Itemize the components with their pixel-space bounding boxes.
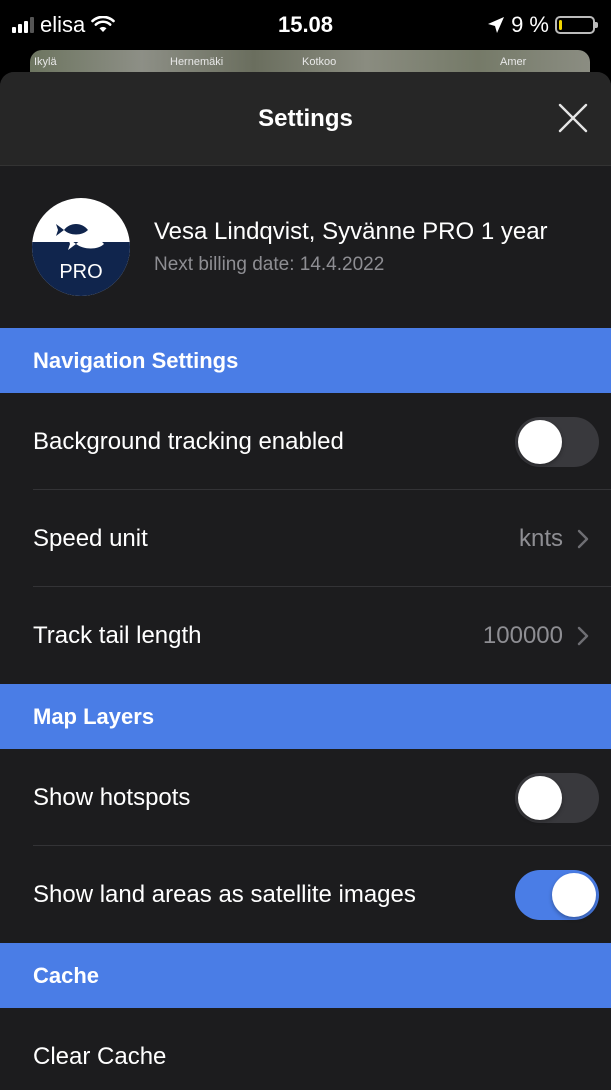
track-tail-row[interactable]: Track tail length 100000 [0, 587, 611, 684]
section-header-cache: Cache [0, 943, 611, 1008]
speed-unit-row[interactable]: Speed unit knts [0, 490, 611, 587]
row-label: Show land areas as satellite images [33, 880, 416, 908]
profile-text: Vesa Lindqvist, Syvänne PRO 1 year Next … [154, 218, 548, 276]
status-left: elisa [12, 12, 116, 38]
show-land-satellite-row: Show land areas as satellite images [0, 846, 611, 943]
show-land-satellite-toggle[interactable] [515, 869, 599, 920]
close-icon[interactable] [555, 100, 591, 136]
background-tracking-toggle[interactable] [515, 416, 599, 467]
profile-name: Vesa Lindqvist, Syvänne PRO 1 year [154, 218, 548, 245]
billing-date: Next billing date: 14.4.2022 [154, 254, 385, 275]
background-tracking-row: Background tracking enabled [0, 393, 611, 490]
row-value-group: knts [519, 525, 599, 553]
status-right: 9 % [487, 12, 598, 38]
show-hotspots-toggle[interactable] [515, 772, 599, 823]
location-arrow-icon [488, 17, 505, 33]
toggle-knob [518, 419, 562, 464]
clear-cache-row[interactable]: Clear Cache [0, 1008, 611, 1090]
row-label: Background tracking enabled [33, 427, 344, 455]
section-header-navigation: Navigation Settings [0, 328, 611, 393]
show-hotspots-row: Show hotspots [0, 749, 611, 846]
map-label: Hernemäki [170, 56, 224, 68]
row-value-group: 100000 [483, 622, 599, 650]
settings-sheet: Settings PRO Vesa Lindqvist, Syvänne PRO… [0, 72, 611, 1090]
row-label: Speed unit [33, 524, 148, 552]
map-label: Kotkoo [302, 56, 337, 68]
chevron-right-icon [577, 626, 589, 645]
pro-badge: PRO [59, 261, 103, 283]
row-label: Track tail length [33, 621, 202, 649]
map-label: Amer [500, 56, 527, 68]
fish-icon [56, 224, 104, 250]
speed-unit-value: knts [518, 524, 563, 552]
avatar: PRO [32, 198, 130, 296]
battery-percent: 9 % [511, 12, 549, 37]
sheet-header: Settings [0, 72, 611, 166]
wifi-icon [91, 16, 116, 32]
map-label: Ikylä [34, 56, 57, 68]
profile-card: PRO Vesa Lindqvist, Syvänne PRO 1 year N… [0, 166, 611, 328]
toggle-knob [552, 872, 596, 917]
toggle-knob [518, 775, 562, 820]
battery-fill [559, 20, 562, 30]
signal-icon [12, 17, 34, 33]
carrier-name: elisa [40, 12, 86, 37]
status-bar: elisa 15.08 9 % [0, 0, 611, 50]
row-label: Show hotspots [33, 783, 191, 811]
section-header-map-layers: Map Layers [0, 684, 611, 749]
chevron-right-icon [577, 529, 589, 548]
battery-icon [555, 16, 598, 34]
track-tail-value: 100000 [482, 621, 563, 649]
page-title: Settings [258, 104, 353, 132]
clear-cache-label: Clear Cache [33, 1042, 167, 1070]
